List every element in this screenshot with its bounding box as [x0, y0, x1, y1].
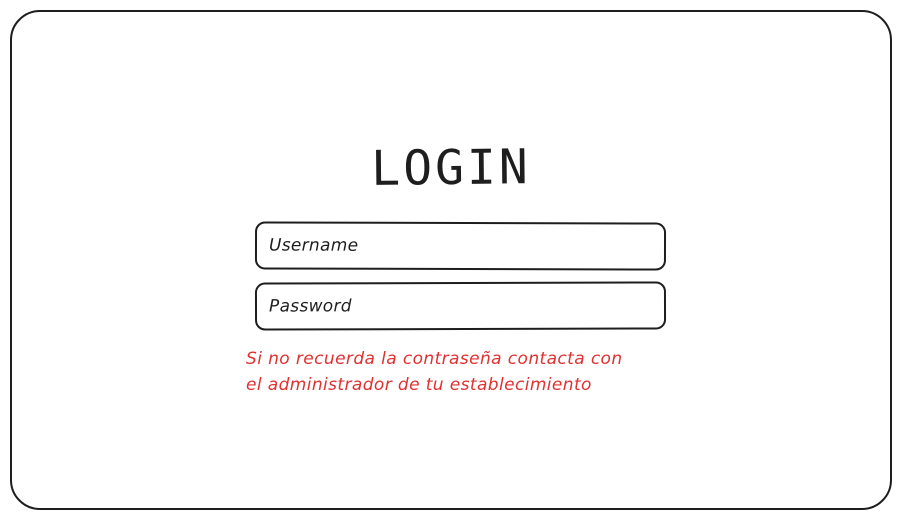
password-input[interactable]: Password [254, 281, 667, 331]
username-input[interactable]: Username [254, 221, 667, 271]
forgot-password-notice: Si no recuerda la contraseña contacta co… [246, 346, 706, 398]
notice-line-1: Si no recuerda la contraseña contacta co… [246, 349, 623, 369]
username-placeholder: Username [268, 235, 359, 256]
login-title: LOGIN [370, 139, 532, 197]
notice-line-2: el administrador de tu establecimiento [246, 375, 592, 395]
password-placeholder: Password [268, 296, 352, 317]
